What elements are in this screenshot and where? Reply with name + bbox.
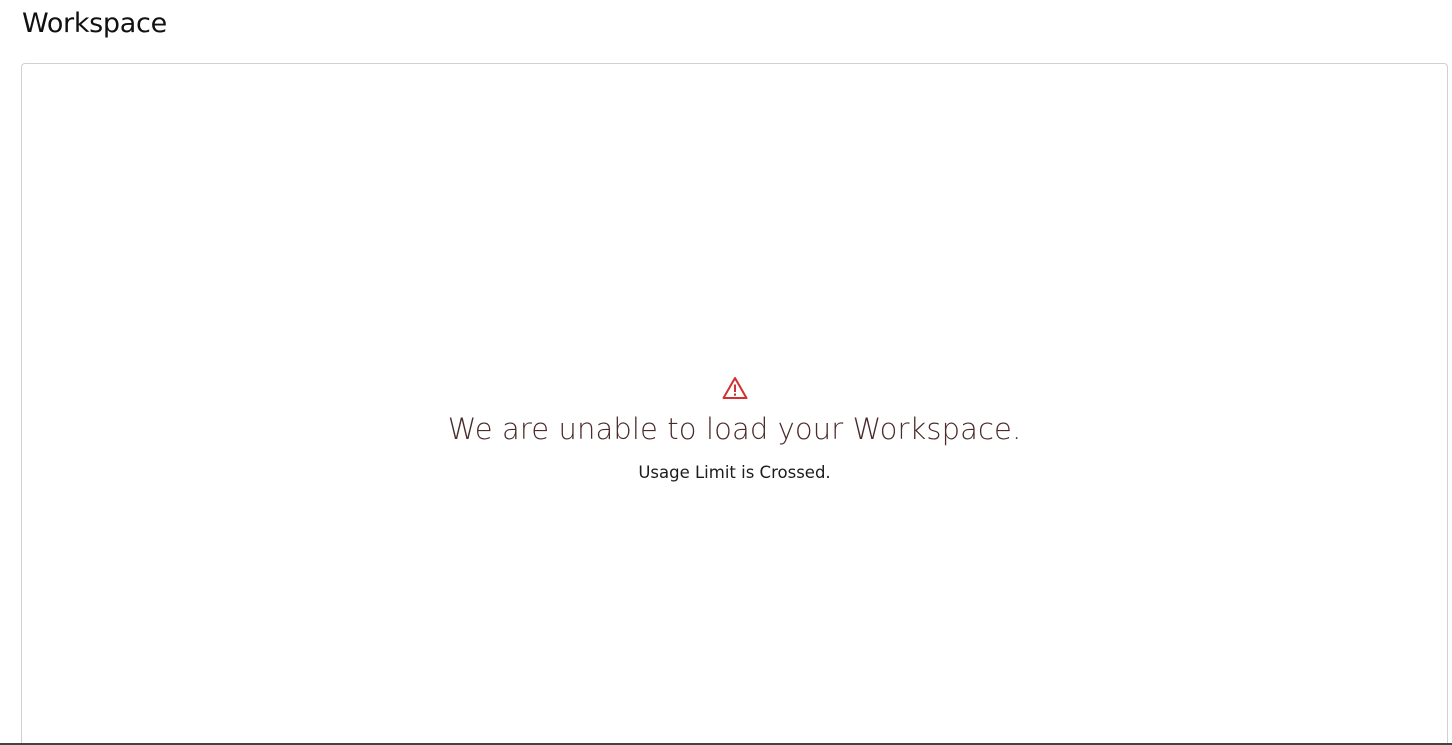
warning-triangle-icon [722,376,748,400]
workspace-panel: We are unable to load your Workspace. Us… [21,63,1448,745]
page-title: Workspace [22,8,167,39]
error-message-block: We are unable to load your Workspace. Us… [22,376,1447,483]
error-detail: Usage Limit is Crossed. [638,463,831,482]
error-heading: We are unable to load your Workspace. [447,412,1022,446]
workspace-page: Workspace We are unable to load your Wor… [0,0,1452,745]
